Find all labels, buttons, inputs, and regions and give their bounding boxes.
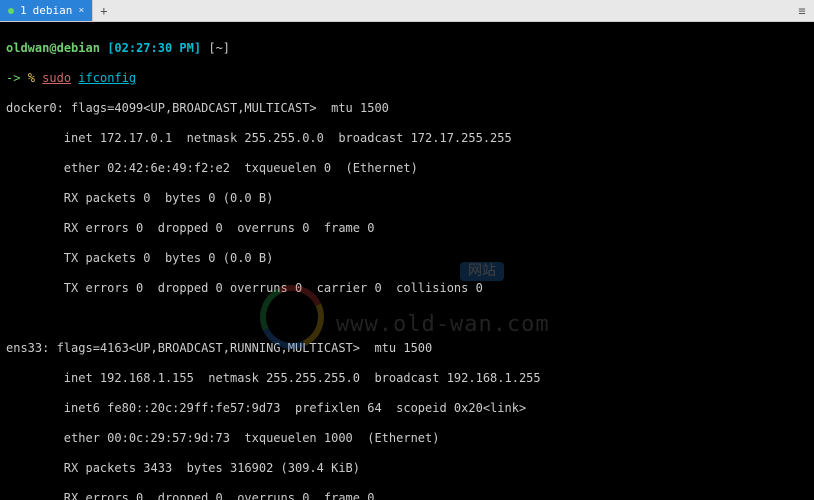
prompt-time: [02:27:30 PM] bbox=[107, 41, 201, 55]
output-line: ether 02:42:6e:49:f2:e2 txqueuelen 0 (Et… bbox=[6, 161, 808, 176]
output-line: docker0: flags=4099<UP,BROADCAST,MULTICA… bbox=[6, 101, 808, 116]
output-blank bbox=[6, 311, 808, 326]
output-line: ether 00:0c:29:57:9d:73 txqueuelen 1000 … bbox=[6, 431, 808, 446]
output-line: TX errors 0 dropped 0 overruns 0 carrier… bbox=[6, 281, 808, 296]
output-line: RX packets 0 bytes 0 (0.0 B) bbox=[6, 191, 808, 206]
output-line: inet 192.168.1.155 netmask 255.255.255.0… bbox=[6, 371, 808, 386]
output-line: ens33: flags=4163<UP,BROADCAST,RUNNING,M… bbox=[6, 341, 808, 356]
tab-index: 1 bbox=[20, 4, 27, 17]
sudo-keyword: sudo bbox=[42, 71, 71, 85]
prompt-at: @ bbox=[49, 41, 56, 55]
output-line: RX packets 3433 bytes 316902 (309.4 KiB) bbox=[6, 461, 808, 476]
tab-debian[interactable]: 1 debian × bbox=[0, 0, 92, 21]
close-icon[interactable]: × bbox=[78, 5, 84, 16]
prompt-arrow: -> bbox=[6, 71, 20, 85]
prompt-symbol: % bbox=[28, 71, 35, 85]
terminal-output[interactable]: oldwan@debian [02:27:30 PM] [~] -> % sud… bbox=[0, 22, 814, 500]
status-dot-icon bbox=[8, 8, 14, 14]
command-line: -> % sudo ifconfig bbox=[6, 71, 808, 86]
output-line: inet 172.17.0.1 netmask 255.255.0.0 broa… bbox=[6, 131, 808, 146]
window-menu-icon[interactable]: ≡ bbox=[790, 0, 814, 21]
prompt-path: [~] bbox=[208, 41, 230, 55]
prompt-user: oldwan bbox=[6, 41, 49, 55]
command-text: ifconfig bbox=[78, 71, 136, 85]
prompt-host: debian bbox=[57, 41, 100, 55]
output-line: RX errors 0 dropped 0 overruns 0 frame 0 bbox=[6, 491, 808, 500]
tab-title: debian bbox=[33, 4, 73, 17]
tab-bar: 1 debian × + ≡ bbox=[0, 0, 814, 22]
output-line: TX packets 0 bytes 0 (0.0 B) bbox=[6, 251, 808, 266]
prompt-line: oldwan@debian [02:27:30 PM] [~] bbox=[6, 41, 808, 56]
new-tab-button[interactable]: + bbox=[92, 0, 114, 21]
output-line: inet6 fe80::20c:29ff:fe57:9d73 prefixlen… bbox=[6, 401, 808, 416]
output-line: RX errors 0 dropped 0 overruns 0 frame 0 bbox=[6, 221, 808, 236]
